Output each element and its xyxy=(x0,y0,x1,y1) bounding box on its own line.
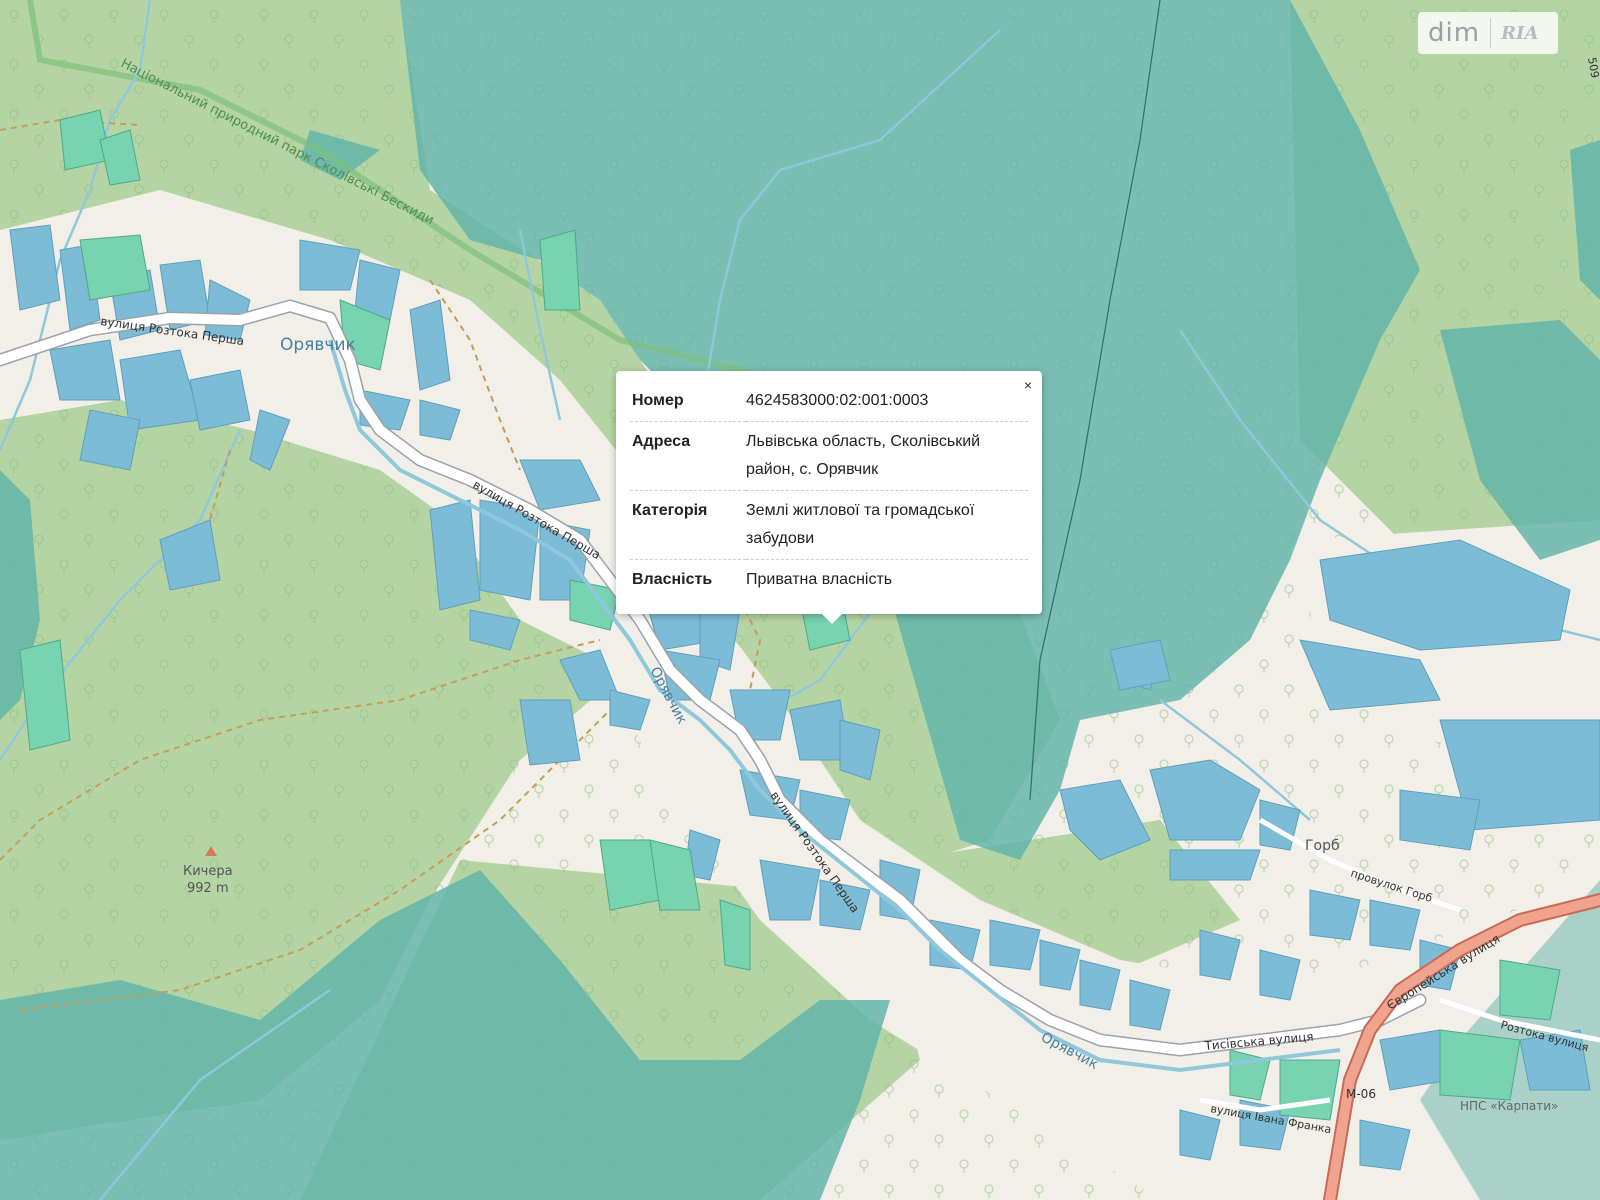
watermark-brand: dim xyxy=(1428,18,1481,48)
row-value: 4624583000:02:001:0003 xyxy=(746,381,1028,422)
parcel-row-category: Категорія Землі житлової та громадської … xyxy=(630,490,1028,560)
parcel-row-address: Адреса Львівська область, Сколівський ра… xyxy=(630,421,1028,491)
close-icon[interactable]: × xyxy=(1024,377,1032,393)
parcel-row-ownership: Власність Приватна власність xyxy=(630,560,1028,601)
row-value: Львівська область, Сколівський район, с.… xyxy=(746,421,1028,491)
peak-name-label: Кичера xyxy=(183,864,233,879)
row-label: Номер xyxy=(630,381,746,422)
road-code-label: М-06 xyxy=(1346,1087,1376,1101)
village-label: Орявчик xyxy=(280,335,356,355)
dimria-watermark: dim RIA xyxy=(1418,12,1558,54)
row-label: Власність xyxy=(632,571,713,588)
nps-label: НПС «Карпати» xyxy=(1460,1099,1558,1113)
row-value: Землі житлової та громадської забудови xyxy=(746,490,1028,560)
parcel-info-popup: × Номер 4624583000:02:001:0003 Адреса Ль… xyxy=(616,371,1042,624)
parcel-row-number: Номер 4624583000:02:001:0003 xyxy=(630,381,1028,422)
parcel-info-table: Номер 4624583000:02:001:0003 Адреса Льві… xyxy=(630,381,1028,600)
watermark-sub-brand: RIA xyxy=(1501,22,1539,44)
peak-height-label: 992 m xyxy=(187,881,229,896)
row-label: Адреса xyxy=(630,421,746,491)
row-label: Категорія xyxy=(630,490,746,560)
watermark-divider xyxy=(1490,18,1492,48)
row-value: Приватна власність xyxy=(746,571,893,588)
hamlet-label: Горб xyxy=(1305,838,1340,854)
